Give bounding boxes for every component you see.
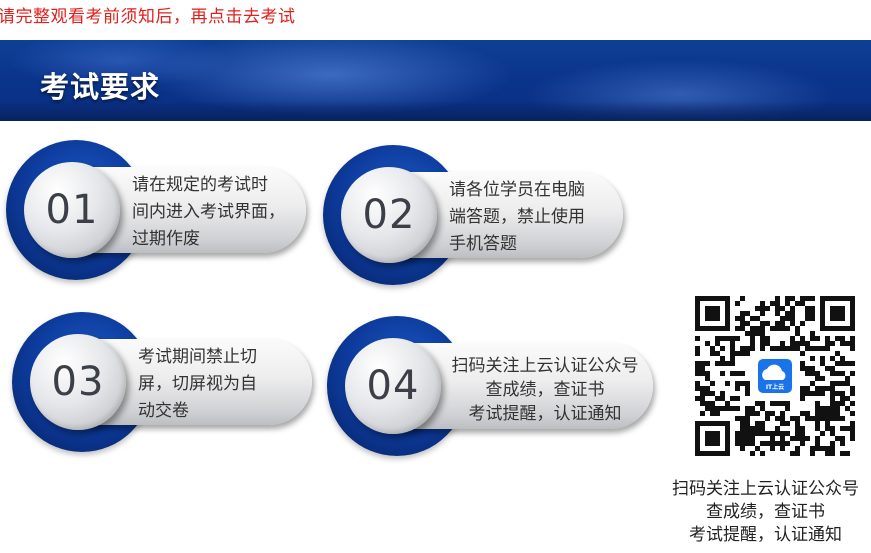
qr-logo-text: IT上云 (766, 383, 784, 391)
requirement-item-02: 02 请各位学员在电脑 端答题，禁止使用 手机答题 (323, 145, 653, 295)
qr-code-image: IT上云 (695, 296, 855, 456)
page-title: 考试要求 (40, 70, 161, 104)
item-text-line: 请各位学员在电脑 (449, 180, 585, 200)
item-number: 03 (51, 359, 105, 405)
item-text-line: 查成绩，查证书 (485, 380, 605, 400)
item-text-line: 考试提醒，认证通知 (468, 404, 622, 424)
item-text-line: 请在规定的考试时 (132, 175, 268, 195)
item-text-line: 过期作废 (132, 229, 200, 249)
item-text-line: 间内进入考试界面， (132, 202, 285, 222)
item-text-line: 手机答题 (449, 234, 517, 254)
item-number: 02 (362, 192, 416, 238)
item-text-line: 屏，切屏视为自 (138, 374, 257, 394)
qr-caption-line: 扫码关注上云认证公众号 (672, 479, 859, 499)
qr-caption-line: 考试提醒，认证通知 (689, 525, 842, 545)
requirement-item-03: 03 考试期间禁止切 屏，切屏视为自 动交卷 (12, 312, 342, 462)
item-text-line: 端答题，禁止使用 (449, 207, 585, 227)
requirement-item-04: 04 扫码关注上云认证公众号 查成绩，查证书 考试提醒，认证通知 (327, 316, 657, 466)
item-number: 01 (45, 187, 99, 233)
item-text: 请在规定的考试时 间内进入考试界面， 过期作废 (132, 172, 285, 253)
requirement-item-01: 01 请在规定的考试时 间内进入考试界面， 过期作废 (6, 140, 336, 290)
item-text-line: 动交卷 (138, 401, 189, 421)
qr-caption: 扫码关注上云认证公众号 查成绩，查证书 考试提醒，认证通知 (660, 478, 871, 547)
item-number: 04 (366, 363, 420, 409)
wechat-qr-code: IT上云 (695, 296, 855, 456)
item-text: 请各位学员在电脑 端答题，禁止使用 手机答题 (449, 177, 585, 258)
exam-notice: 请完整观看考前须知后，再点击去考试 (0, 7, 296, 27)
item-text: 扫码关注上云认证公众号 查成绩，查证书 考试提醒，认证通知 (435, 354, 655, 426)
qr-caption-line: 查成绩，查证书 (706, 502, 825, 522)
item-text-line: 考试期间禁止切 (138, 347, 257, 367)
item-text-line: 扫码关注上云认证公众号 (451, 356, 639, 376)
item-text: 考试期间禁止切 屏，切屏视为自 动交卷 (138, 344, 257, 425)
